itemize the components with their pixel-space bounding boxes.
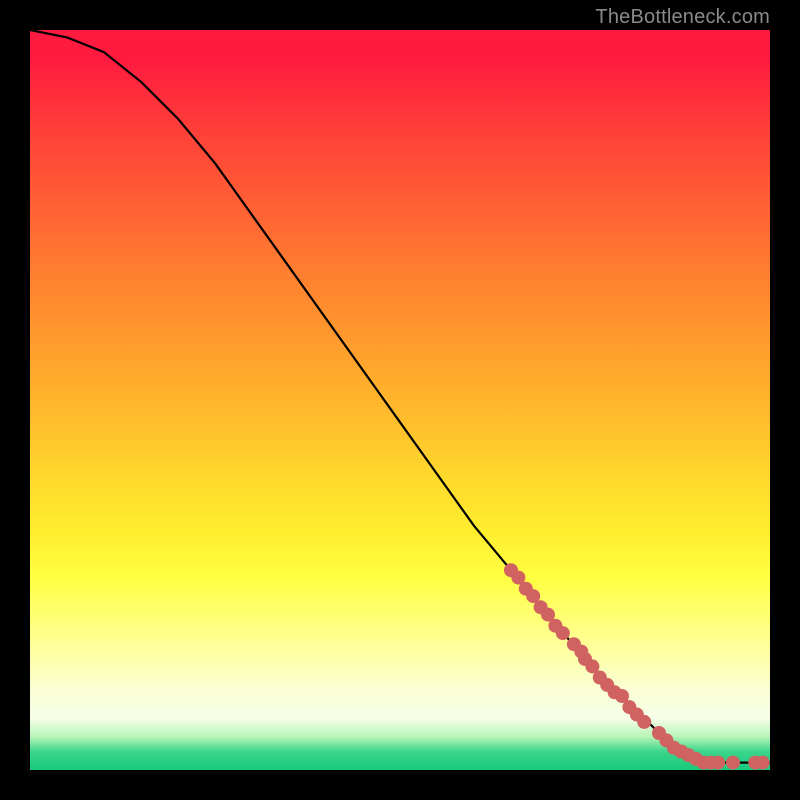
plot-area: [30, 30, 770, 770]
sample-point: [756, 756, 770, 770]
sample-point: [556, 626, 570, 640]
sample-points-group: [504, 563, 770, 769]
bottleneck-curve: [30, 30, 770, 763]
sample-point: [637, 715, 651, 729]
chart-svg: [30, 30, 770, 770]
sample-point: [711, 756, 725, 770]
chart-frame: TheBottleneck.com: [0, 0, 800, 800]
sample-point: [726, 756, 740, 770]
watermark-text: TheBottleneck.com: [595, 6, 770, 29]
